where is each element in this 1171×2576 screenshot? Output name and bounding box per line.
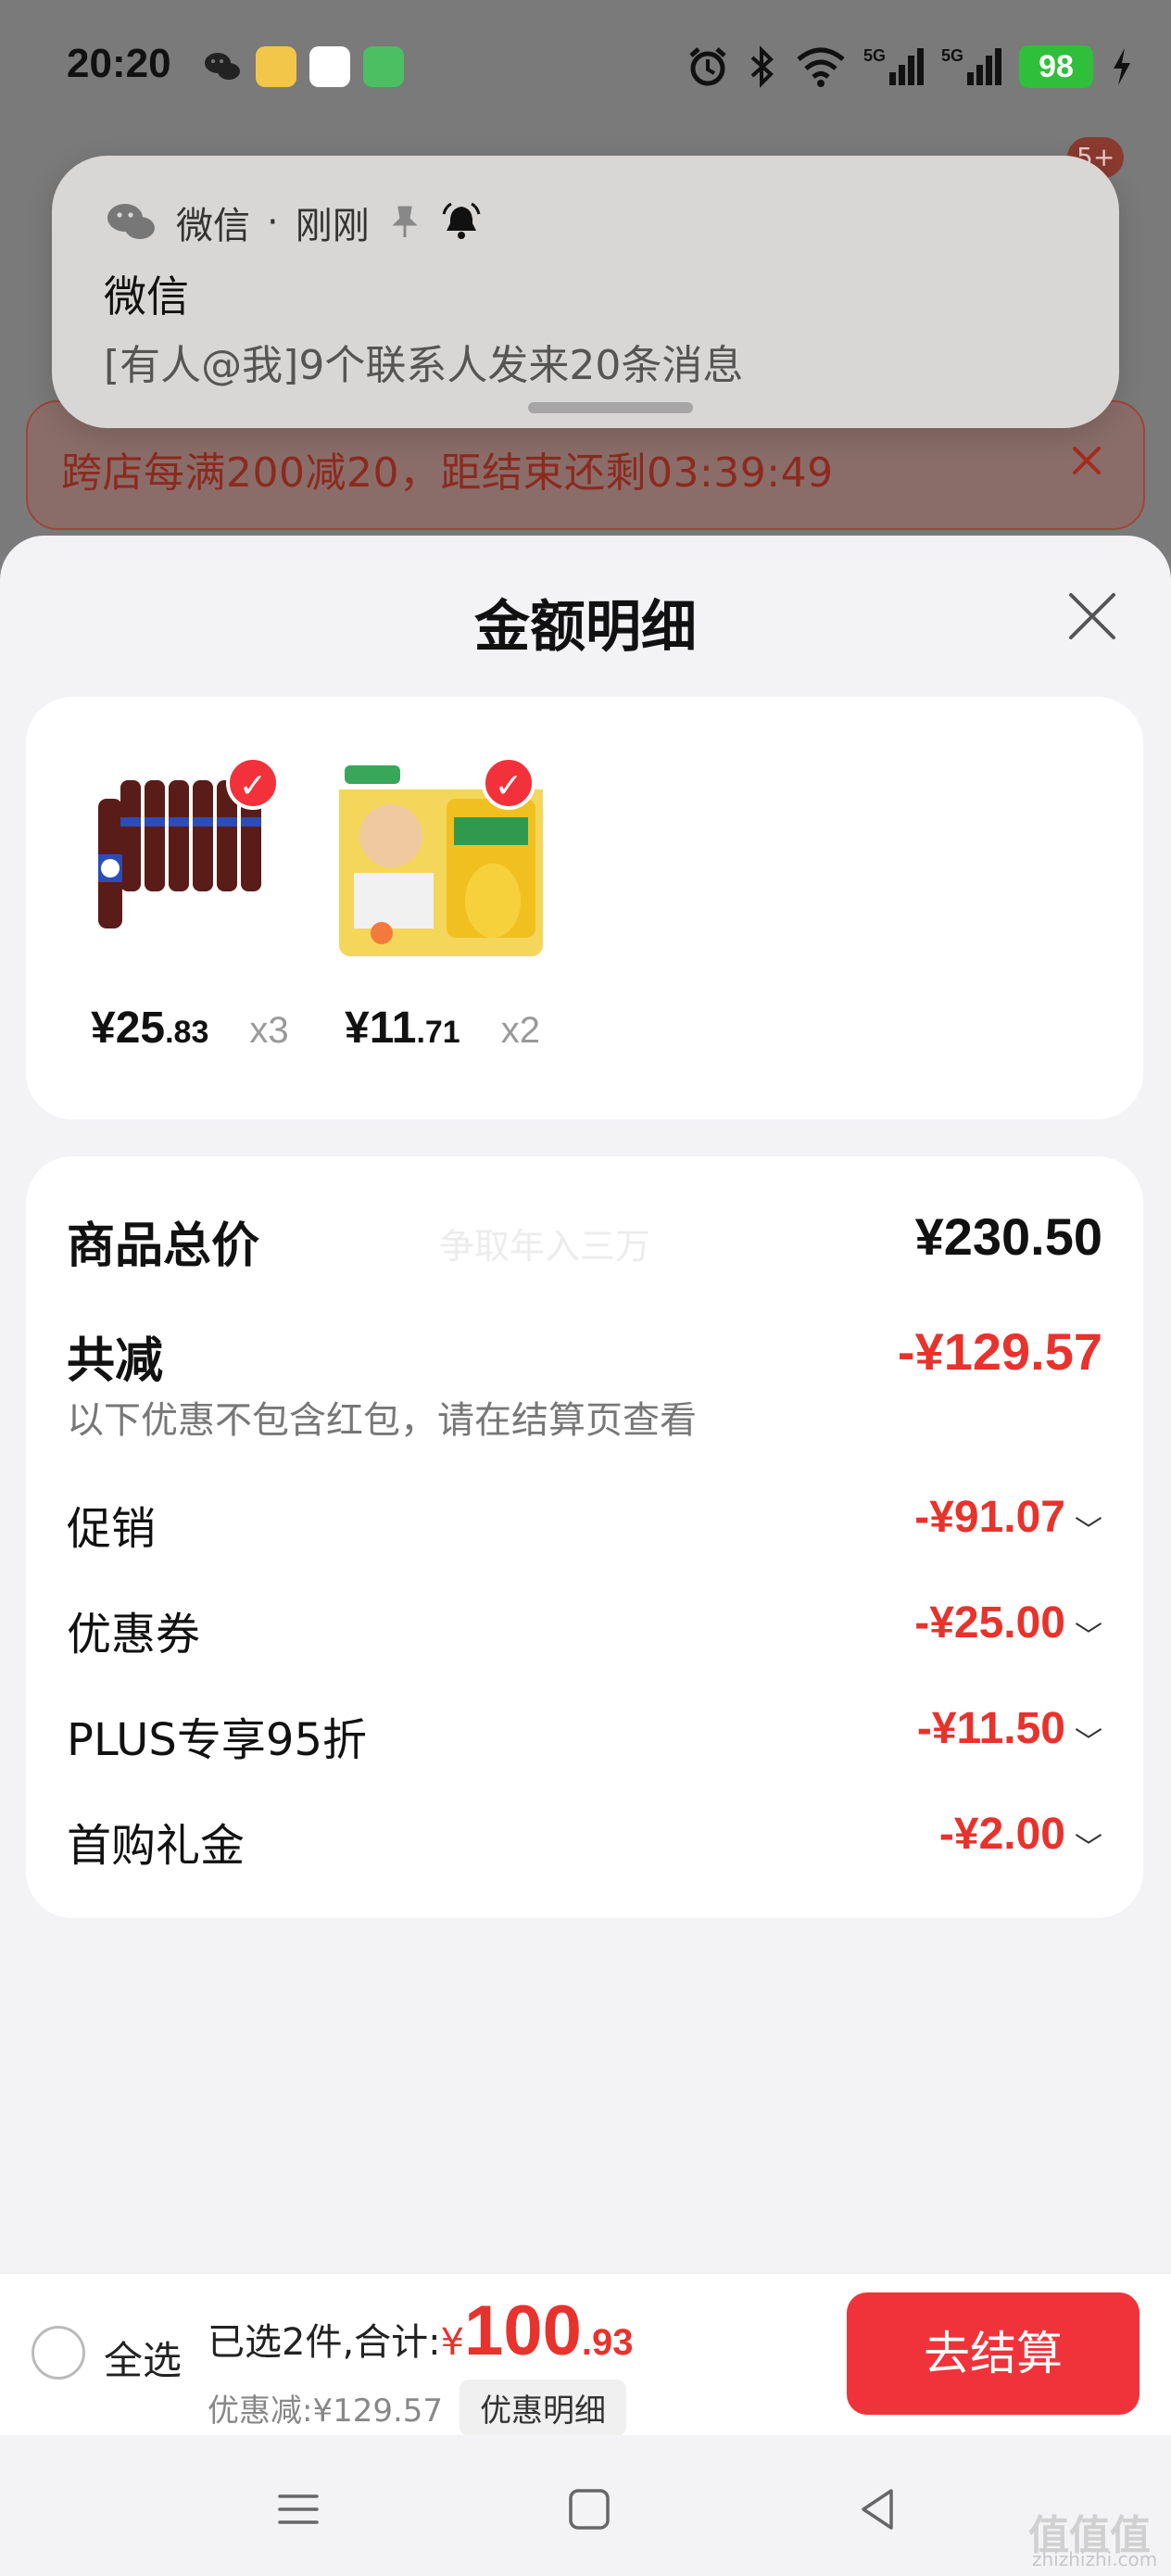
total-reduction-row: 共减 -¥129.57 xyxy=(67,1321,1102,1389)
chevron-down-icon[interactable]: ﹀ xyxy=(1075,1719,1102,1760)
discount-value-wrap: -¥11.50 ﹀ xyxy=(917,1703,1102,1760)
discount-value: -¥25.00 xyxy=(914,1598,1065,1648)
select-all-checkbox[interactable] xyxy=(31,2326,85,2380)
notification-body: [有人@我]9个联系人发来20条消息 xyxy=(104,342,744,389)
checkout-button[interactable]: 去结算 xyxy=(847,2292,1140,2415)
discount-value-wrap: -¥25.00 ﹀ xyxy=(914,1597,1102,1654)
green-app-icon xyxy=(363,46,404,87)
product-price-fraction: .83 xyxy=(165,1015,209,1050)
checkout-bar: 全选 已选2件,合计: ¥ 100 .93 优惠减:¥129.57 优惠明细 去… xyxy=(0,2272,1171,2436)
home-icon[interactable] xyxy=(561,2481,617,2537)
notification-header: 微信 · 刚刚 xyxy=(104,196,483,248)
status-app-icons xyxy=(202,46,404,89)
message-app-icon xyxy=(309,46,350,87)
reduction-hint: 以下优惠不包含红包，请在结算页查看 xyxy=(67,1399,697,1442)
discount-value-wrap: -¥91.07 ﹀ xyxy=(914,1492,1102,1548)
total-price-value: ¥230.50 xyxy=(914,1207,1102,1266)
discount-value: -¥2.00 xyxy=(938,1810,1065,1859)
alarm-icon xyxy=(689,47,726,86)
wechat-icon xyxy=(107,204,155,239)
notification-title: 微信 xyxy=(104,271,189,322)
discount-row-promotion[interactable]: 促销 -¥91.07 ﹀ xyxy=(67,1492,1102,1555)
product-item[interactable]: ✓ xyxy=(70,743,293,966)
menu-icon[interactable] xyxy=(271,2481,326,2537)
selected-total-line: 已选2件,合计: ¥ 100 .93 xyxy=(208,2291,634,2371)
selected-check-icon: ✓ xyxy=(226,756,280,810)
product-card: ✓ ¥25 .83 x3 ✓ ¥11 .71 x2 xyxy=(26,697,1143,1119)
product-quantity: x3 xyxy=(249,1010,289,1051)
status-right-icons: 5G 5G 98 xyxy=(686,41,1134,93)
svg-text:5G: 5G xyxy=(863,46,886,65)
price-summary-card: 争取年入三万 商品总价 ¥230.50 共减 -¥129.57 以下优惠不包含红… xyxy=(26,1156,1143,1918)
charging-icon xyxy=(1114,48,1130,85)
product-price-row: ¥11 .71 x2 xyxy=(345,1003,540,1054)
notification-app-name: 微信 xyxy=(176,205,250,247)
sheet-title: 金额明细 xyxy=(474,595,697,660)
close-icon[interactable] xyxy=(1065,589,1119,643)
discount-label: 首购礼金 xyxy=(67,1820,246,1872)
total-price-row: 商品总价 ¥230.50 xyxy=(67,1206,1102,1274)
discount-row-coupon[interactable]: 优惠券 -¥25.00 ﹀ xyxy=(67,1597,1102,1661)
product-price-fraction: .71 xyxy=(416,1015,460,1050)
system-nav-bar xyxy=(0,2435,1171,2576)
discount-label: 优惠券 xyxy=(67,1609,201,1661)
wifi-icon xyxy=(797,47,845,87)
product-price: ¥11 xyxy=(345,1004,417,1053)
discount-label: 促销 xyxy=(67,1503,157,1555)
total-price-label: 商品总价 xyxy=(67,1219,260,1274)
notification-time: 刚刚 xyxy=(295,205,370,247)
chevron-down-icon[interactable]: ﹀ xyxy=(1075,1508,1102,1548)
promo-close-icon[interactable] xyxy=(1064,437,1110,484)
wechat-icon xyxy=(205,53,240,80)
product-quantity: x2 xyxy=(500,1010,540,1051)
signal-5g-icon: 5G xyxy=(863,46,924,85)
status-bar: 20:20 5G 5G 98 xyxy=(0,0,1171,139)
discount-value: -¥91.07 xyxy=(914,1493,1065,1542)
back-icon[interactable] xyxy=(850,2481,906,2537)
pin-icon[interactable] xyxy=(386,204,423,241)
chevron-down-icon[interactable]: ﹀ xyxy=(1075,1613,1102,1654)
total-reduction-value: -¥129.57 xyxy=(897,1322,1102,1381)
discount-value: -¥11.50 xyxy=(916,1704,1065,1753)
discount-value-wrap: -¥2.00 ﹀ xyxy=(939,1809,1102,1865)
notification-drag-handle[interactable] xyxy=(528,402,693,413)
amount-detail-sheet: 金额明细 ✓ ¥25 .83 x3 ✓ ¥11 .71 x2 争取年入三万 商品… xyxy=(0,536,1171,2272)
selected-check-icon: ✓ xyxy=(482,756,535,810)
wechat-notification[interactable]: 微信 · 刚刚 微信 [有人@我]9个联系人发来20条消息 xyxy=(52,156,1119,428)
total-reduction-label: 共减 xyxy=(67,1333,164,1389)
discount-line: 优惠减:¥129.57 优惠明细 xyxy=(208,2380,627,2436)
total-currency: ¥ xyxy=(440,2321,465,2364)
product-price-row: ¥25 .83 x3 xyxy=(91,1003,289,1054)
discount-detail-button[interactable]: 优惠明细 xyxy=(460,2380,627,2436)
discount-row-plus[interactable]: PLUS专享95折 -¥11.50 ﹀ xyxy=(67,1703,1102,1766)
battery-indicator: 98 xyxy=(1019,45,1093,88)
product-item[interactable]: ✓ xyxy=(326,743,548,966)
cola-bottles-image: ✓ xyxy=(70,743,293,966)
signal-5g-icon-2: 5G xyxy=(941,46,1001,85)
select-all-label[interactable]: 全选 xyxy=(104,2330,182,2386)
svg-text:5G: 5G xyxy=(941,46,963,65)
selected-prefix: 已选2件,合计: xyxy=(208,2321,441,2364)
discount-label: PLUS专享95折 xyxy=(67,1714,367,1766)
chevron-down-icon[interactable]: ﹀ xyxy=(1075,1825,1102,1865)
rice-bag-image: ✓ xyxy=(326,743,548,966)
total-amount: 100 xyxy=(464,2292,582,2370)
total-amount-fraction: .93 xyxy=(581,2322,634,2363)
bluetooth-icon xyxy=(750,45,774,88)
notification-separator: · xyxy=(267,201,279,244)
discount-row-gift[interactable]: 首购礼金 -¥2.00 ﹀ xyxy=(67,1809,1102,1872)
bell-icon[interactable] xyxy=(440,201,483,244)
status-time: 20:20 xyxy=(67,41,171,86)
promo-banner-text: 跨店每满200减20，距结束还剩03:39:49 xyxy=(61,449,834,497)
discount-summary: 优惠减:¥129.57 xyxy=(208,2393,444,2430)
weibo-icon xyxy=(256,46,296,87)
site-watermark-url: zhizhizhi.com xyxy=(1032,2548,1158,2570)
product-price: ¥25 xyxy=(91,1004,166,1053)
